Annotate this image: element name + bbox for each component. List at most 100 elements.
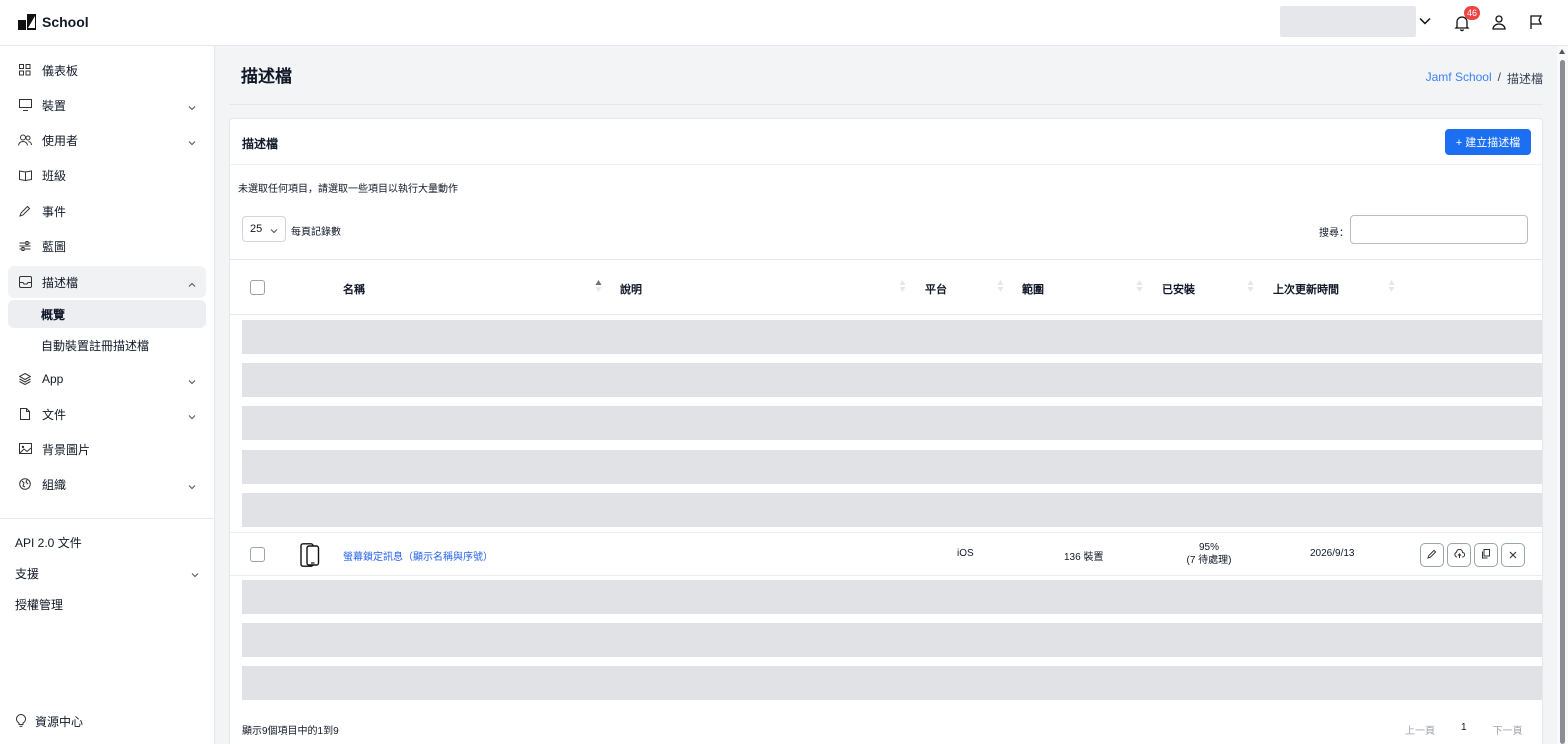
chevron-down-icon	[188, 480, 196, 490]
breadcrumb-separator: /	[1497, 70, 1501, 84]
sidebar-link-label: 支援	[15, 567, 40, 581]
profile-scope: 136 裝置	[1064, 552, 1104, 563]
column-header-description[interactable]: 說明	[620, 281, 642, 297]
chevron-down-icon	[188, 375, 196, 385]
delete-button[interactable]	[1501, 543, 1525, 567]
user-icon[interactable]	[1491, 14, 1507, 30]
sidebar-item-events[interactable]: 事件	[8, 195, 206, 227]
sidebar-item-organisation[interactable]: 組織	[8, 468, 206, 500]
bulk-action-message: 未選取任何項目，請選取一些項目以執行大量動作	[238, 184, 458, 195]
location-selector[interactable]	[1280, 6, 1416, 37]
copy-icon	[1481, 548, 1491, 562]
search-label: 搜尋：	[1319, 228, 1349, 239]
sidebar-item-label: 儀表板	[42, 63, 79, 78]
brand[interactable]: School	[18, 14, 89, 30]
sidebar-divider	[0, 518, 214, 519]
edit-button[interactable]	[1420, 543, 1444, 567]
column-header-last-updated[interactable]: 上次更新時間	[1273, 281, 1339, 297]
table-row: 螢幕鎖定訊息（顯示名稱與序號） iOS 136 裝置 95% (7 待處理) 2…	[230, 532, 1542, 576]
sidebar-link-license[interactable]: 授權管理	[15, 596, 63, 613]
loading-row-placeholder	[242, 666, 1542, 700]
sidebar-link-api-docs[interactable]: API 2.0 文件	[15, 534, 82, 551]
monitor-icon	[18, 98, 32, 112]
upload-button[interactable]	[1447, 543, 1471, 567]
flag-icon[interactable]	[1528, 14, 1544, 30]
profiles-card: 描述檔 + 建立描述檔 未選取任何項目，請選取一些項目以執行大量動作 25 每頁…	[229, 118, 1543, 744]
layers-icon	[18, 372, 32, 386]
pagination: 上一頁 1 下一頁	[1405, 722, 1523, 737]
jamf-logo-icon	[18, 14, 36, 30]
sidebar-item-dashboard[interactable]: 儀表板	[8, 54, 206, 86]
breadcrumb-root-link[interactable]: Jamf School	[1426, 70, 1492, 87]
sidebar-subitem-ade-profiles[interactable]: 自動裝置註冊描述檔	[8, 331, 206, 359]
column-header-scope[interactable]: 範圍	[1022, 281, 1044, 297]
row-checkbox[interactable]	[250, 547, 265, 562]
page-size-value: 25	[250, 223, 263, 235]
sidebar-item-wallpapers[interactable]: 背景圖片	[8, 433, 206, 465]
sidebar-item-label: 事件	[42, 204, 67, 219]
duplicate-button[interactable]	[1474, 543, 1498, 567]
scrollbar-thumb[interactable]	[1560, 60, 1565, 744]
sidebar-item-label: 背景圖片	[42, 442, 91, 457]
profile-name-link[interactable]: 螢幕鎖定訊息（顯示名稱與序號）	[343, 548, 493, 563]
sort-icon[interactable]	[997, 279, 1004, 293]
search-input[interactable]	[1350, 215, 1528, 244]
globe-icon	[18, 477, 32, 491]
loading-row-placeholder	[242, 406, 1542, 440]
chevron-down-icon	[191, 568, 199, 578]
sidebar-item-classes[interactable]: 班級	[8, 159, 206, 191]
sidebar-item-label: 描述檔	[42, 275, 79, 290]
sidebar-item-label: App	[42, 372, 64, 386]
sort-icon[interactable]	[1388, 279, 1395, 293]
sidebar-item-users[interactable]: 使用者	[8, 124, 206, 156]
sidebar-item-label: 藍圖	[42, 239, 67, 254]
sidebar-item-profiles[interactable]: 描述檔	[8, 266, 206, 298]
loading-row-placeholder	[242, 623, 1542, 657]
lightbulb-icon	[15, 713, 27, 730]
sidebar-item-devices[interactable]: 裝置	[8, 89, 206, 121]
pagination-next[interactable]: 下一頁	[1493, 722, 1523, 737]
sort-asc-icon[interactable]	[595, 279, 602, 293]
sort-icon[interactable]	[1247, 279, 1254, 293]
page-size-select[interactable]: 25	[242, 216, 286, 242]
sidebar-item-blueprints[interactable]: 藍圖	[8, 230, 206, 262]
sort-icon[interactable]	[899, 279, 906, 293]
column-header-name[interactable]: 名稱	[343, 281, 365, 297]
sidebar-item-label: 組織	[42, 477, 67, 492]
breadcrumb-current: 描述檔	[1506, 72, 1543, 86]
dashboard-icon	[18, 63, 32, 77]
sort-icon[interactable]	[1136, 279, 1143, 293]
notification-badge: 46	[1464, 6, 1481, 20]
select-all-checkbox[interactable]	[250, 280, 265, 295]
sidebar-item-documents[interactable]: 文件	[8, 398, 206, 430]
resource-center[interactable]: 資源中心	[15, 713, 83, 730]
column-header-platform[interactable]: 平台	[925, 281, 947, 297]
sidebar-item-apps[interactable]: App	[8, 363, 206, 395]
resource-center-label: 資源中心	[35, 715, 84, 729]
pagination-previous[interactable]: 上一頁	[1405, 722, 1435, 737]
chevron-down-icon	[188, 410, 196, 420]
scrollbar[interactable]	[1557, 46, 1568, 744]
chevron-down-icon	[188, 136, 196, 146]
pagination-page[interactable]: 1	[1461, 722, 1467, 737]
create-profile-button[interactable]: + 建立描述檔	[1445, 129, 1531, 155]
chevron-down-icon[interactable]	[1418, 14, 1432, 28]
breadcrumb: Jamf School / 描述檔	[1426, 70, 1543, 87]
image-icon	[18, 442, 32, 456]
page-title: 描述檔	[241, 67, 292, 86]
top-bar: School 46	[0, 0, 1568, 46]
users-icon	[18, 133, 32, 147]
scroll-up-arrow-icon[interactable]	[1559, 49, 1565, 54]
close-icon	[1509, 548, 1517, 562]
sidebar-subitem-overview[interactable]: 概覽	[8, 300, 206, 328]
sidebar-link-support[interactable]: 支援	[15, 565, 199, 582]
profile-last-updated: 2026/9/13	[1310, 548, 1355, 559]
loading-row-placeholder	[242, 450, 1542, 484]
sliders-icon	[18, 239, 32, 253]
title-divider	[229, 104, 1543, 105]
column-header-installed[interactable]: 已安裝	[1162, 281, 1195, 297]
pencil-icon	[18, 204, 32, 218]
table-header: 名稱 說明 平台 範圍 已安裝 上次更新時間	[230, 260, 1542, 315]
card-divider	[230, 164, 1542, 165]
book-icon	[18, 168, 32, 182]
